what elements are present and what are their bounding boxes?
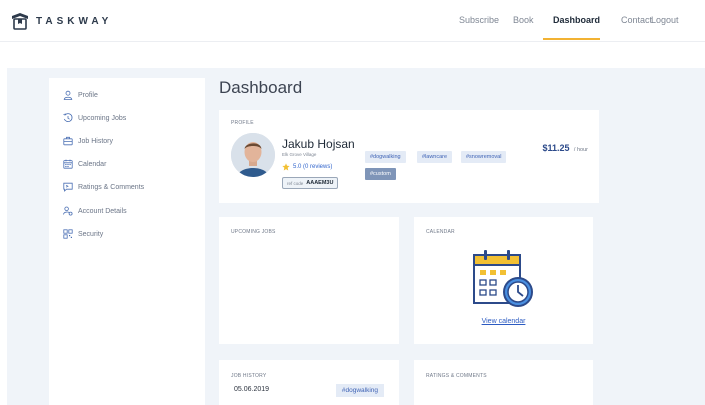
clock-icon	[63, 113, 73, 122]
tag-lawncare[interactable]: #lawncare	[417, 151, 453, 163]
table-row[interactable]: 05.06.2019 #dogwalking	[231, 383, 384, 399]
sidebar-item-label: Profile	[78, 91, 98, 99]
job-date: 05.06.2019	[234, 386, 270, 393]
comment-icon	[63, 182, 73, 192]
hourly-price: $11.25 / hour	[542, 138, 588, 156]
avatar	[231, 133, 275, 177]
ref-code-box[interactable]: ref code AAAEM3U	[282, 177, 339, 189]
sidebar-item-account[interactable]: Account Details	[63, 206, 127, 216]
sidebar-item-label: Job History	[78, 137, 114, 145]
calendar-illustration-icon	[473, 250, 533, 307]
sidebar-item-calendar[interactable]: Calendar	[63, 159, 106, 169]
nav-dashboard[interactable]: Dashboard	[553, 15, 600, 25]
sidebar-item-label: Upcoming Jobs	[78, 114, 127, 122]
sidebar-item-label: Calendar	[78, 160, 107, 168]
section-label: RATINGS & COMMENTS	[426, 373, 487, 379]
sidebar-item-label: Security	[78, 230, 104, 238]
sidebar: Profile Upcoming Jobs Job History Calend…	[49, 78, 205, 405]
ref-code-value: AAAEM3U	[306, 180, 334, 186]
user-icon	[63, 90, 73, 100]
calendar-icon	[63, 159, 73, 169]
sidebar-item-label: Account Details	[78, 207, 127, 215]
logo-text: TASKWAY	[36, 15, 113, 27]
ref-code-label: ref code	[287, 180, 304, 186]
job-history-card: JOB HISTORY 05.06.2019 #dogwalking	[219, 360, 399, 405]
nav-subscribe[interactable]: Subscribe	[459, 15, 499, 25]
star-icon	[282, 163, 290, 171]
section-label: CALENDAR	[426, 229, 455, 235]
top-header: TASKWAY Subscribe Book Dashboard Contact…	[0, 0, 705, 42]
sidebar-item-upcoming-jobs[interactable]: Upcoming Jobs	[63, 113, 126, 123]
nav-contact[interactable]: Contact	[621, 15, 652, 25]
qr-icon	[63, 229, 73, 239]
tag-snowremoval[interactable]: #snowremoval	[461, 151, 507, 163]
tag-custom[interactable]: #custom	[365, 168, 396, 180]
profile-location: Elk Grove Village	[282, 152, 317, 157]
section-label: PROFILE	[231, 120, 254, 126]
section-label: UPCOMING JOBS	[231, 229, 276, 235]
sidebar-item-profile[interactable]: Profile	[63, 90, 98, 100]
ratings-card: RATINGS & COMMENTS	[414, 360, 593, 405]
briefcase-icon	[63, 136, 73, 146]
profile-name: Jakub Hojsan	[282, 137, 355, 151]
price-amount: $11.25	[542, 143, 570, 153]
nav-active-indicator	[543, 38, 600, 40]
sidebar-item-label: Ratings & Comments	[78, 183, 145, 191]
logo-icon	[12, 13, 28, 30]
sidebar-item-ratings[interactable]: Ratings & Comments	[63, 182, 144, 192]
page-title: Dashboard	[219, 78, 303, 97]
sidebar-item-security[interactable]: Security	[63, 229, 103, 239]
sidebar-item-job-history[interactable]: Job History	[63, 136, 113, 146]
profile-rating: 5.0 (0 reviews)	[282, 163, 332, 171]
tag-dogwalking[interactable]: #dogwalking	[365, 151, 406, 163]
avatar-photo	[231, 133, 275, 177]
price-unit: / hour	[573, 147, 588, 153]
profile-card: PROFILE Jakub Hojsan Elk Grove Village 5…	[219, 110, 599, 203]
calendar-card: CALENDAR View calendar	[414, 217, 593, 344]
rating-text: 5.0 (0 reviews)	[293, 164, 333, 170]
view-calendar-link[interactable]: View calendar	[414, 318, 593, 325]
upcoming-jobs-card: UPCOMING JOBS	[219, 217, 399, 344]
logo[interactable]: TASKWAY	[10, 11, 112, 31]
job-tag: #dogwalking	[335, 384, 384, 397]
account-icon	[63, 206, 73, 216]
nav-logout[interactable]: Logout	[651, 15, 679, 25]
nav-book[interactable]: Book	[513, 15, 534, 25]
section-label: JOB HISTORY	[231, 373, 267, 379]
